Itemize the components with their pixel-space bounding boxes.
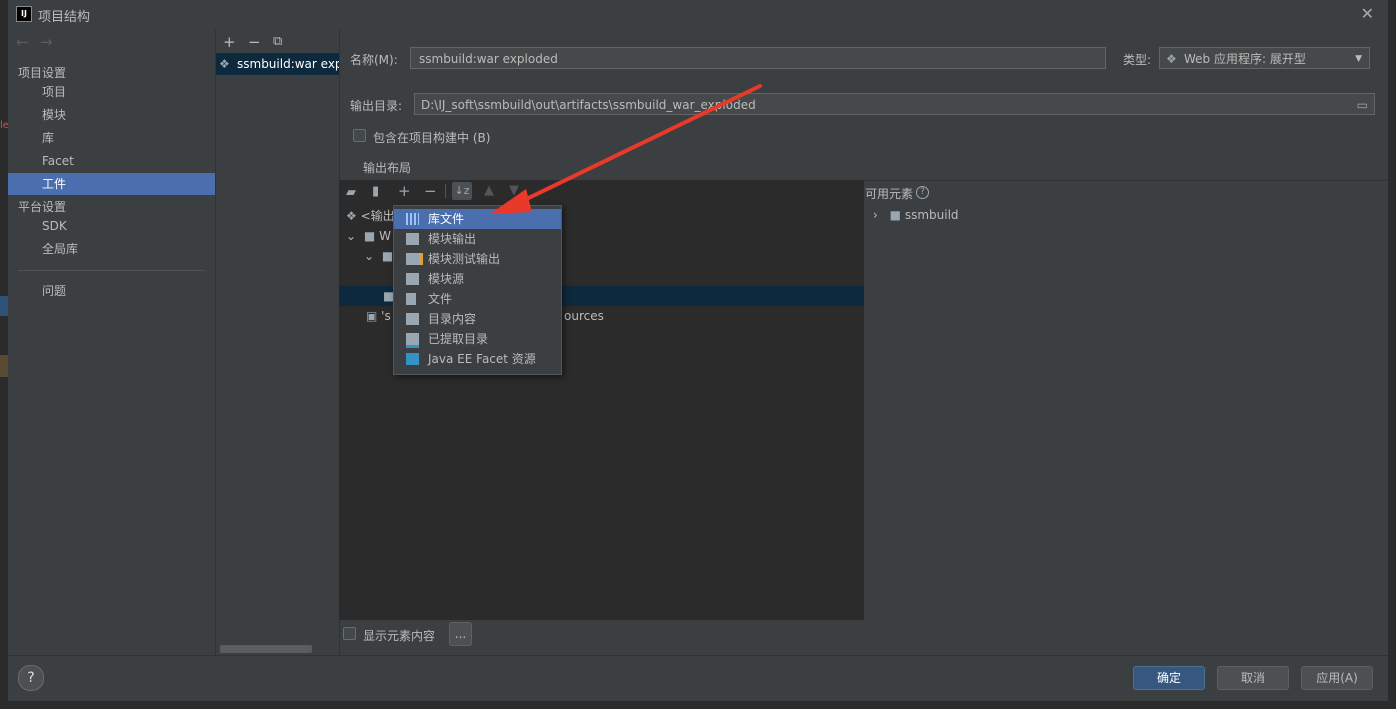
more-options-button[interactable]: ... xyxy=(449,622,472,646)
footer-divider xyxy=(8,655,1388,656)
show-content-label: 显示元素内容 xyxy=(363,629,436,643)
project-structure-dialog: IJ 项目结构 ✕ ← → 项目设置 项目 模块 库 Facet 工件 平台设置… xyxy=(8,0,1388,701)
annotation-arrow-shaft xyxy=(506,84,762,210)
background-ide-marker xyxy=(0,296,8,316)
background-ide-edge xyxy=(1388,0,1396,709)
annotation-arrow xyxy=(490,84,762,214)
show-content-checkbox[interactable] xyxy=(343,627,356,640)
background-ide-marker: le xyxy=(0,120,8,131)
background-ide-marker xyxy=(0,355,8,377)
background-ide-bottom xyxy=(0,701,1396,709)
annotation-arrowhead xyxy=(490,189,532,214)
apply-button[interactable]: 应用(A) xyxy=(1301,666,1373,690)
ok-button[interactable]: 确定 xyxy=(1133,666,1205,690)
cancel-button[interactable]: 取消 xyxy=(1217,666,1289,690)
